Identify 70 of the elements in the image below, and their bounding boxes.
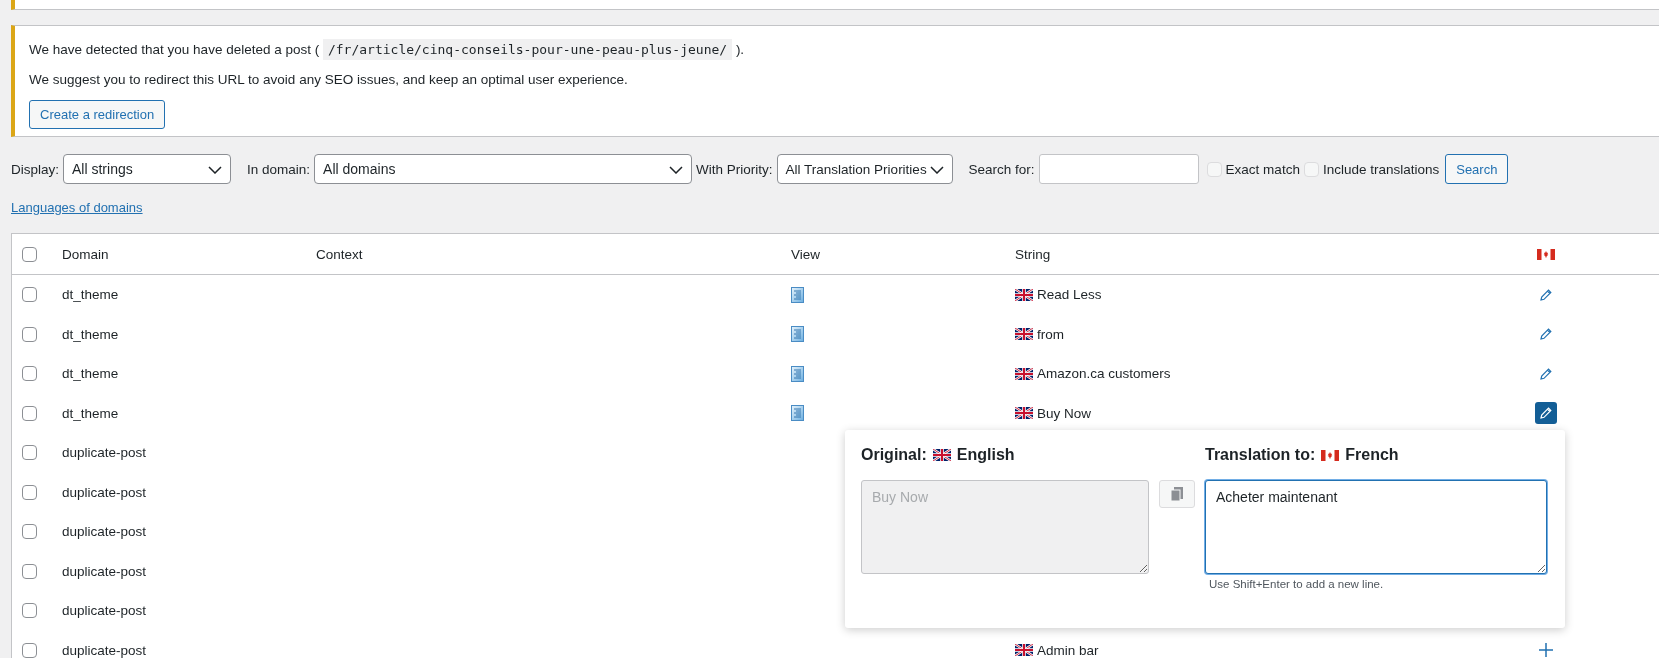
string-cell: Amazon.ca customers xyxy=(1037,366,1171,382)
chevron-down-icon xyxy=(208,166,222,174)
string-cell: from xyxy=(1037,326,1064,342)
notice-suggestion: We suggest you to redirect this URL to avoid any SEO issues, and keep an optimal user experience. xyxy=(29,71,629,89)
domain-cell: duplicate-post xyxy=(62,484,147,500)
domain-cell: duplicate-post xyxy=(62,603,147,619)
document-icon[interactable] xyxy=(791,286,804,303)
flag-icon xyxy=(1015,288,1033,301)
domain-label: In domain: xyxy=(247,161,311,177)
languages-link[interactable]: Languages of domains xyxy=(11,200,143,215)
row-checkbox[interactable] xyxy=(22,563,37,579)
row-checkbox[interactable] xyxy=(22,603,37,619)
copy-button[interactable] xyxy=(1159,480,1195,508)
original-label: Original: xyxy=(861,446,927,464)
priority-label: With Priority: xyxy=(696,161,773,177)
document-icon[interactable] xyxy=(791,326,804,343)
flag-icon xyxy=(1015,328,1033,341)
select-all-checkbox[interactable] xyxy=(22,246,37,262)
translation-language: French xyxy=(1345,446,1399,464)
priority-select[interactable]: All Translation Priorities xyxy=(776,154,953,184)
row-checkbox[interactable] xyxy=(22,642,37,658)
domain-cell: dt_theme xyxy=(62,326,119,342)
string-cell: Read Less xyxy=(1037,287,1102,303)
translation-label: Translation to: xyxy=(1205,446,1316,464)
chevron-down-icon xyxy=(669,166,684,174)
notice-text: We have detected that you have deleted a post ( /fr/article/cinq-conseils-pour-une-peau-plus-jeune/ ). xyxy=(29,40,1645,60)
document-icon[interactable] xyxy=(791,405,804,422)
display-select[interactable]: All strings xyxy=(63,154,231,184)
copy-icon xyxy=(1170,486,1184,502)
row-checkbox[interactable] xyxy=(22,524,37,540)
translation-field[interactable]: Acheter maintenant xyxy=(1205,480,1547,574)
domain-cell: duplicate-post xyxy=(62,642,147,658)
original-language: English xyxy=(956,446,1015,464)
column-header: View xyxy=(791,246,821,262)
create-redirection-button[interactable]: Create a redirection xyxy=(29,100,166,129)
flag-icon xyxy=(1015,367,1033,380)
domain-cell: dt_theme xyxy=(62,287,119,303)
hint-text: Use Shift+Enter to add a new line. xyxy=(1209,578,1385,590)
flag-icon xyxy=(1015,407,1033,420)
column-header: Context xyxy=(316,246,363,262)
row-checkbox[interactable] xyxy=(22,445,37,461)
column-header: Domain xyxy=(62,246,109,262)
document-icon[interactable] xyxy=(791,365,804,382)
include-translations-label: Include translations xyxy=(1322,161,1440,177)
row-checkbox[interactable] xyxy=(22,287,37,303)
string-cell: Buy Now xyxy=(1037,405,1092,421)
domain-cell: dt_theme xyxy=(62,366,119,382)
domain-cell: duplicate-post xyxy=(62,445,147,461)
row-checkbox[interactable] xyxy=(22,484,37,500)
include-translations-checkbox[interactable] xyxy=(1303,161,1319,177)
domain-cell: dt_theme xyxy=(62,405,119,421)
pencil-icon[interactable] xyxy=(1535,402,1557,425)
row-checkbox[interactable] xyxy=(22,326,37,342)
flag-icon xyxy=(1321,449,1340,461)
display-label: Display: xyxy=(11,161,59,177)
row-checkbox[interactable] xyxy=(22,366,37,382)
flag-icon xyxy=(932,449,951,461)
search-label: Search for: xyxy=(968,161,1035,177)
string-cell: Admin bar xyxy=(1037,642,1099,658)
search-button[interactable]: Search xyxy=(1445,154,1509,184)
chevron-down-icon xyxy=(929,166,944,174)
column-header: String xyxy=(1015,246,1051,262)
domain-select[interactable]: All domains xyxy=(314,154,693,184)
search-field[interactable] xyxy=(1038,154,1199,184)
domain-cell: duplicate-post xyxy=(62,524,147,540)
row-checkbox[interactable] xyxy=(22,405,37,421)
exact-match-checkbox[interactable] xyxy=(1206,161,1222,177)
flag-icon xyxy=(1537,248,1555,260)
domain-cell: duplicate-post xyxy=(62,563,147,579)
exact-match-label: Exact match xyxy=(1225,161,1300,177)
